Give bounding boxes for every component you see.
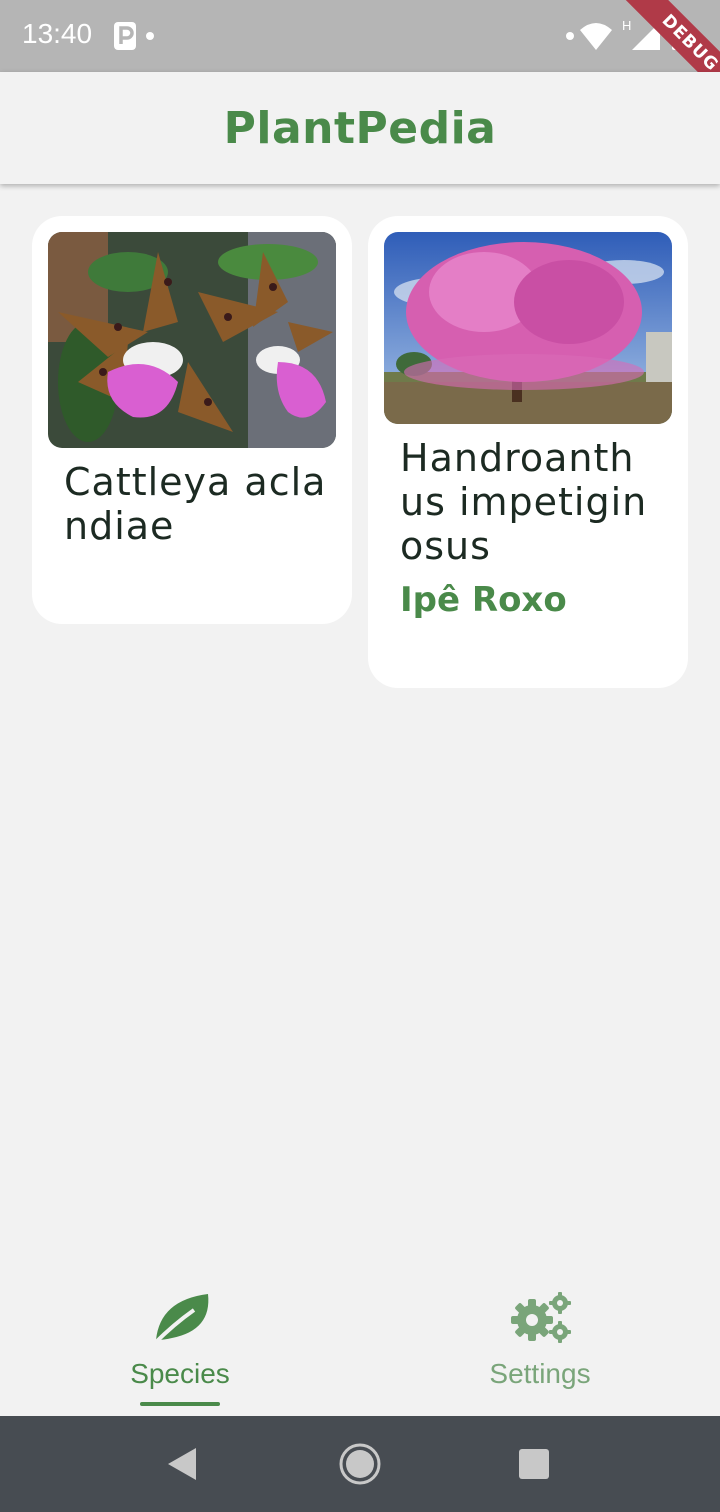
gears-icon — [511, 1292, 571, 1343]
nav-label-settings: Settings — [489, 1358, 591, 1389]
selected-indicator — [140, 1402, 220, 1406]
bottom-navigation: Species Settings — [0, 1268, 720, 1416]
home-icon[interactable] — [338, 1442, 382, 1486]
nav-label-species: Species — [130, 1358, 230, 1389]
back-icon[interactable] — [166, 1446, 198, 1482]
species-card[interactable]: Handroanthus impetiginosus Ipê Roxo — [368, 216, 688, 688]
species-common-name: Ipê Roxo — [400, 580, 567, 620]
nav-item-settings[interactable]: Settings — [360, 1268, 720, 1416]
app-bar: PlantPedia — [0, 72, 720, 184]
system-navigation-bar — [0, 1416, 720, 1512]
app-title: PlantPedia — [223, 102, 497, 154]
species-scientific-name: Handroanthus impetiginosus — [400, 436, 648, 568]
notification-dot-icon — [566, 32, 574, 40]
status-time: 13:40 — [22, 18, 93, 49]
notification-dot-icon — [146, 32, 154, 40]
parking-icon — [114, 22, 136, 50]
species-scientific-name: Cattleya aclandiae — [64, 460, 327, 548]
orchid-photo — [48, 232, 336, 448]
network-type-label: H — [622, 18, 632, 33]
species-card[interactable]: Cattleya aclandiae — [32, 216, 352, 624]
recent-apps-icon[interactable] — [518, 1448, 550, 1480]
leaf-icon — [152, 1294, 209, 1346]
status-bar: 13:40 H DEBUG — [0, 0, 720, 72]
wifi-icon — [580, 23, 612, 50]
nav-item-species[interactable]: Species — [0, 1268, 360, 1416]
debug-banner: DEBUG — [608, 0, 720, 72]
pink-tree-photo — [384, 232, 672, 424]
